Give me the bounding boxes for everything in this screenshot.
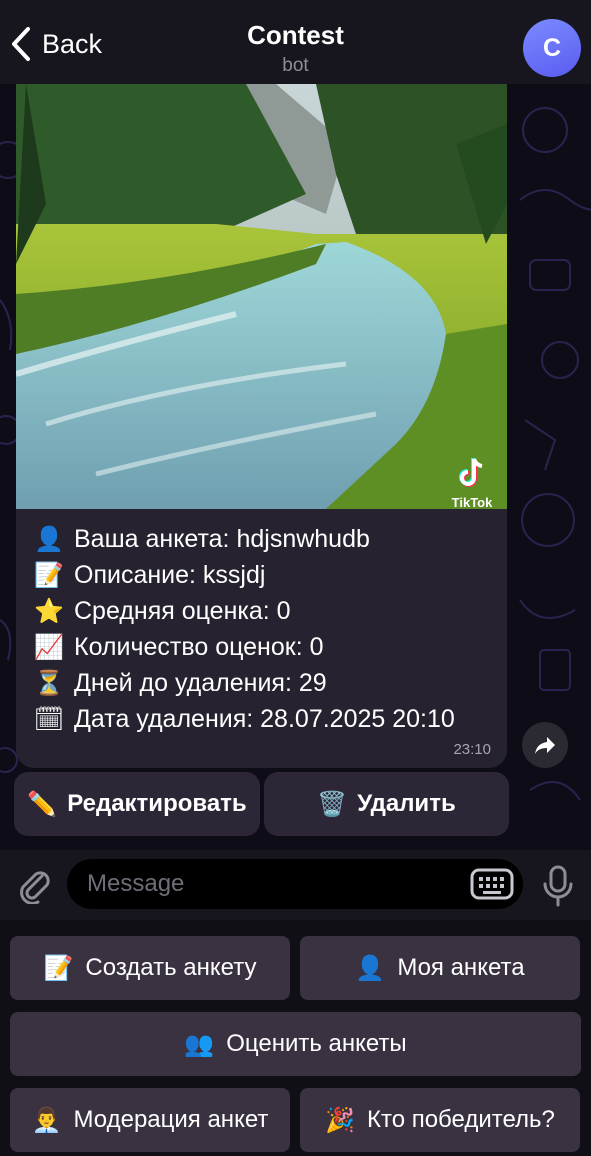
busts-in-silhouette-icon: 👥 [184,1030,215,1058]
chat-header: Back Contest bot C [0,0,591,84]
message-text: 👤 Ваша анкета: hdjsnwhudb 📝 Описание: ks… [32,521,455,737]
tiktok-label: TikTok [451,495,493,510]
my-profile-label: Моя анкета [397,954,525,981]
description-line: 📝 Описание: kssjdj [32,557,455,593]
average-rating-line: ⭐ Средняя оценка: 0 [32,593,455,629]
edit-button[interactable]: ✏️ Редактировать [14,772,260,836]
profile-name-text: Ваша анкета: hdjsnwhudb [74,524,370,553]
my-profile-button[interactable]: 👤 Моя анкета [300,936,580,1000]
keyboard-icon[interactable] [470,866,514,902]
delete-button-label: Удалить [357,790,456,817]
share-arrow-icon [535,737,555,754]
calendar-icon: 🗓 [33,705,65,733]
deletion-date-text: Дата удаления: 28.07.2025 20:10 [74,704,455,733]
chat-subtitle: bot [282,55,309,76]
deletion-date-line: 🗓 Дата удаления: 28.07.2025 20:10 [32,701,455,737]
rate-profiles-label: Оценить анкеты [226,1030,407,1057]
message-photo[interactable] [16,84,507,509]
bust-in-silhouette-icon: 👤 [355,954,386,982]
description-text: Описание: kssjdj [74,560,266,589]
rate-profiles-button[interactable]: 👥 Оценить анкеты [10,1012,581,1076]
message-input-bar: Message [0,850,591,920]
message-placeholder: Message [87,870,185,897]
create-profile-label: Создать анкету [85,954,257,981]
winner-label: Кто победитель? [366,1106,555,1133]
average-rating-text: Средняя оценка: 0 [74,596,291,625]
winner-button[interactable]: 🎉 Кто победитель? [300,1088,580,1152]
avatar-letter: C [542,33,562,62]
share-button[interactable] [522,722,568,768]
paperclip-icon[interactable] [14,864,54,904]
ratings-count-line: 📈 Количество оценок: 0 [32,629,455,665]
bot-keyboard: 📝 Создать анкету 👤 Моя анкета 👥 Оценить … [0,920,591,1156]
ratings-count-text: Количество оценок: 0 [74,632,324,661]
delete-button[interactable]: 🗑️ Удалить [264,772,509,836]
bust-in-silhouette-icon: 👤 [34,525,64,553]
profile-name-line: 👤 Ваша анкета: hdjsnwhudb [32,521,455,557]
message-time: 23:10 [453,741,491,758]
days-left-line: ⏳ Дней до удаления: 29 [32,665,455,701]
star-icon: ⭐ [34,597,64,625]
microphone-icon[interactable] [540,864,576,908]
avatar[interactable]: C [523,19,581,77]
hourglass-icon: ⏳ [34,669,64,697]
party-popper-icon: 🎉 [325,1106,355,1134]
chart-increasing-icon: 📈 [34,633,64,661]
wastebasket-icon: 🗑️ [317,790,348,818]
memo-icon: 📝 [43,954,74,982]
days-left-text: Дней до удаления: 29 [74,668,327,697]
moderation-label: Модерация анкет [73,1106,269,1133]
memo-icon: 📝 [34,561,64,589]
create-profile-button[interactable]: 📝 Создать анкету [10,936,290,1000]
office-worker-icon: 👨‍💼 [31,1106,62,1134]
tiktok-icon [459,458,483,487]
tiktok-watermark: TikTok [443,454,501,510]
chat-title: Contest [247,20,344,50]
moderation-button[interactable]: 👨‍💼 Модерация анкет [10,1088,290,1152]
message-input[interactable]: Message [67,859,523,909]
chat-title-block[interactable]: Contest bot [0,20,591,77]
message-bubble: TikTok 👤 Ваша анкета: hdjsnwhudb 📝 Описа… [16,84,507,768]
edit-button-label: Редактировать [67,790,247,817]
pencil-icon: ✏️ [27,790,58,818]
